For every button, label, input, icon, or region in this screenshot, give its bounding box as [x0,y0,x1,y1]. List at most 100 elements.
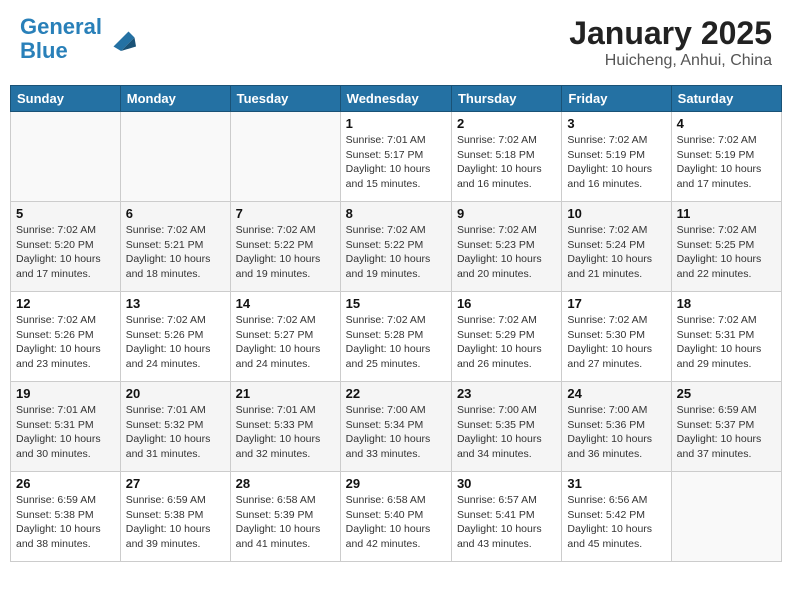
calendar-cell: 8Sunrise: 7:02 AM Sunset: 5:22 PM Daylig… [340,202,451,292]
day-number: 5 [16,206,115,221]
day-number: 16 [457,296,556,311]
day-info: Sunrise: 7:01 AM Sunset: 5:33 PM Dayligh… [236,403,335,462]
day-number: 4 [677,116,776,131]
day-number: 29 [346,476,446,491]
calendar-week-2: 5 Sunrise: 7:02 AM Sunset: 5:20 PM Daylig… [11,202,782,292]
calendar-cell: 10 Sunrise: 7:02 AM Sunset: 5:24 PM Dayli… [562,202,671,292]
day-number: 14 [236,296,335,311]
day-number: 9 [457,206,556,221]
day-number: 31 [567,476,665,491]
calendar-cell: 24 Sunrise: 7:00 AM Sunset: 5:36 PM Dayli… [562,382,671,472]
day-info: Sunrise: 7:02 AM Sunset: 5:24 PM Dayligh… [567,223,665,282]
day-number: 7 [236,206,335,221]
weekday-header-monday: Monday [120,86,230,112]
calendar-cell: 4 Sunrise: 7:02 AM Sunset: 5:19 PM Daylig… [671,112,781,202]
calendar-table: SundayMondayTuesdayWednesdayThursdayFrid… [10,85,782,562]
day-info: Sunrise: 7:00 AM Sunset: 5:36 PM Dayligh… [567,403,665,462]
day-number: 20 [126,386,225,401]
calendar-cell: 2 Sunrise: 7:02 AM Sunset: 5:18 PM Daylig… [451,112,561,202]
day-info: Sunrise: 7:02 AM Sunset: 5:28 PM Dayligh… [346,313,446,372]
day-info: Sunrise: 6:56 AM Sunset: 5:42 PM Dayligh… [567,493,665,552]
weekday-header-tuesday: Tuesday [230,86,340,112]
day-number: 19 [16,386,115,401]
day-info: Sunrise: 7:02 AM Sunset: 5:22 PM Dayligh… [236,223,335,282]
calendar-cell: 1Sunrise: 7:01 AM Sunset: 5:17 PM Daylig… [340,112,451,202]
day-info: Sunrise: 7:02 AM Sunset: 5:19 PM Dayligh… [677,133,776,192]
calendar-cell: 31 Sunrise: 6:56 AM Sunset: 5:42 PM Dayli… [562,472,671,562]
calendar-cell: 25 Sunrise: 6:59 AM Sunset: 5:37 PM Dayli… [671,382,781,472]
calendar-cell: 21 Sunrise: 7:01 AM Sunset: 5:33 PM Dayli… [230,382,340,472]
calendar-cell: 29Sunrise: 6:58 AM Sunset: 5:40 PM Dayli… [340,472,451,562]
day-info: Sunrise: 7:02 AM Sunset: 5:23 PM Dayligh… [457,223,556,282]
day-info: Sunrise: 7:00 AM Sunset: 5:34 PM Dayligh… [346,403,446,462]
weekday-header-wednesday: Wednesday [340,86,451,112]
calendar-cell: 26 Sunrise: 6:59 AM Sunset: 5:38 PM Dayli… [11,472,121,562]
calendar-cell [11,112,121,202]
calendar-cell: 19 Sunrise: 7:01 AM Sunset: 5:31 PM Dayli… [11,382,121,472]
weekday-header-sunday: Sunday [11,86,121,112]
day-info: Sunrise: 6:58 AM Sunset: 5:39 PM Dayligh… [236,493,335,552]
calendar-cell [230,112,340,202]
calendar-week-3: 12Sunrise: 7:02 AM Sunset: 5:26 PM Dayli… [11,292,782,382]
subtitle: Huicheng, Anhui, China [569,52,772,70]
day-info: Sunrise: 7:02 AM Sunset: 5:18 PM Dayligh… [457,133,556,192]
day-info: Sunrise: 7:02 AM Sunset: 5:30 PM Dayligh… [567,313,665,372]
day-info: Sunrise: 6:59 AM Sunset: 5:38 PM Dayligh… [126,493,225,552]
day-info: Sunrise: 7:02 AM Sunset: 5:21 PM Dayligh… [126,223,225,282]
calendar-cell: 23 Sunrise: 7:00 AM Sunset: 5:35 PM Dayli… [451,382,561,472]
calendar-week-5: 26 Sunrise: 6:59 AM Sunset: 5:38 PM Dayli… [11,472,782,562]
calendar-cell: 22 Sunrise: 7:00 AM Sunset: 5:34 PM Dayli… [340,382,451,472]
calendar-cell: 15 Sunrise: 7:02 AM Sunset: 5:28 PM Dayli… [340,292,451,382]
day-info: Sunrise: 7:02 AM Sunset: 5:31 PM Dayligh… [677,313,776,372]
day-info: Sunrise: 7:00 AM Sunset: 5:35 PM Dayligh… [457,403,556,462]
day-number: 23 [457,386,556,401]
day-number: 25 [677,386,776,401]
day-number: 11 [677,206,776,221]
day-number: 18 [677,296,776,311]
calendar-cell: 30Sunrise: 6:57 AM Sunset: 5:41 PM Dayli… [451,472,561,562]
day-info: Sunrise: 7:02 AM Sunset: 5:25 PM Dayligh… [677,223,776,282]
day-info: Sunrise: 6:59 AM Sunset: 5:38 PM Dayligh… [16,493,115,552]
day-info: Sunrise: 7:01 AM Sunset: 5:17 PM Dayligh… [346,133,446,192]
weekday-header-saturday: Saturday [671,86,781,112]
day-number: 27 [126,476,225,491]
day-number: 22 [346,386,446,401]
main-title: January 2025 [569,15,772,52]
day-info: Sunrise: 7:02 AM Sunset: 5:19 PM Dayligh… [567,133,665,192]
calendar-cell: 3 Sunrise: 7:02 AM Sunset: 5:19 PM Daylig… [562,112,671,202]
weekday-header-row: SundayMondayTuesdayWednesdayThursdayFrid… [11,86,782,112]
day-info: Sunrise: 7:02 AM Sunset: 5:29 PM Dayligh… [457,313,556,372]
day-info: Sunrise: 7:02 AM Sunset: 5:20 PM Dayligh… [16,223,115,282]
weekday-header-friday: Friday [562,86,671,112]
day-number: 15 [346,296,446,311]
day-info: Sunrise: 6:57 AM Sunset: 5:41 PM Dayligh… [457,493,556,552]
title-block: January 2025 Huicheng, Anhui, China [569,15,772,70]
day-info: Sunrise: 7:01 AM Sunset: 5:31 PM Dayligh… [16,403,115,462]
day-info: Sunrise: 7:02 AM Sunset: 5:26 PM Dayligh… [126,313,225,372]
calendar-cell: 17 Sunrise: 7:02 AM Sunset: 5:30 PM Dayli… [562,292,671,382]
day-number: 21 [236,386,335,401]
calendar-cell: 20 Sunrise: 7:01 AM Sunset: 5:32 PM Dayli… [120,382,230,472]
calendar-cell: 13 Sunrise: 7:02 AM Sunset: 5:26 PM Dayli… [120,292,230,382]
day-number: 17 [567,296,665,311]
day-info: Sunrise: 6:59 AM Sunset: 5:37 PM Dayligh… [677,403,776,462]
calendar-cell: 7 Sunrise: 7:02 AM Sunset: 5:22 PM Daylig… [230,202,340,292]
calendar-cell: 9 Sunrise: 7:02 AM Sunset: 5:23 PM Daylig… [451,202,561,292]
page-header: GeneralBlue January 2025 Huicheng, Anhui… [10,10,782,75]
day-info: Sunrise: 7:01 AM Sunset: 5:32 PM Dayligh… [126,403,225,462]
logo: GeneralBlue [20,15,136,63]
day-number: 10 [567,206,665,221]
day-number: 26 [16,476,115,491]
calendar-cell: 14 Sunrise: 7:02 AM Sunset: 5:27 PM Dayli… [230,292,340,382]
day-number: 2 [457,116,556,131]
day-number: 13 [126,296,225,311]
day-number: 24 [567,386,665,401]
calendar-cell [120,112,230,202]
calendar-cell: 27 Sunrise: 6:59 AM Sunset: 5:38 PM Dayli… [120,472,230,562]
day-number: 3 [567,116,665,131]
day-info: Sunrise: 7:02 AM Sunset: 5:27 PM Dayligh… [236,313,335,372]
calendar-cell: 5 Sunrise: 7:02 AM Sunset: 5:20 PM Daylig… [11,202,121,292]
calendar-week-1: 1Sunrise: 7:01 AM Sunset: 5:17 PM Daylig… [11,112,782,202]
calendar-cell: 11 Sunrise: 7:02 AM Sunset: 5:25 PM Dayli… [671,202,781,292]
day-number: 28 [236,476,335,491]
